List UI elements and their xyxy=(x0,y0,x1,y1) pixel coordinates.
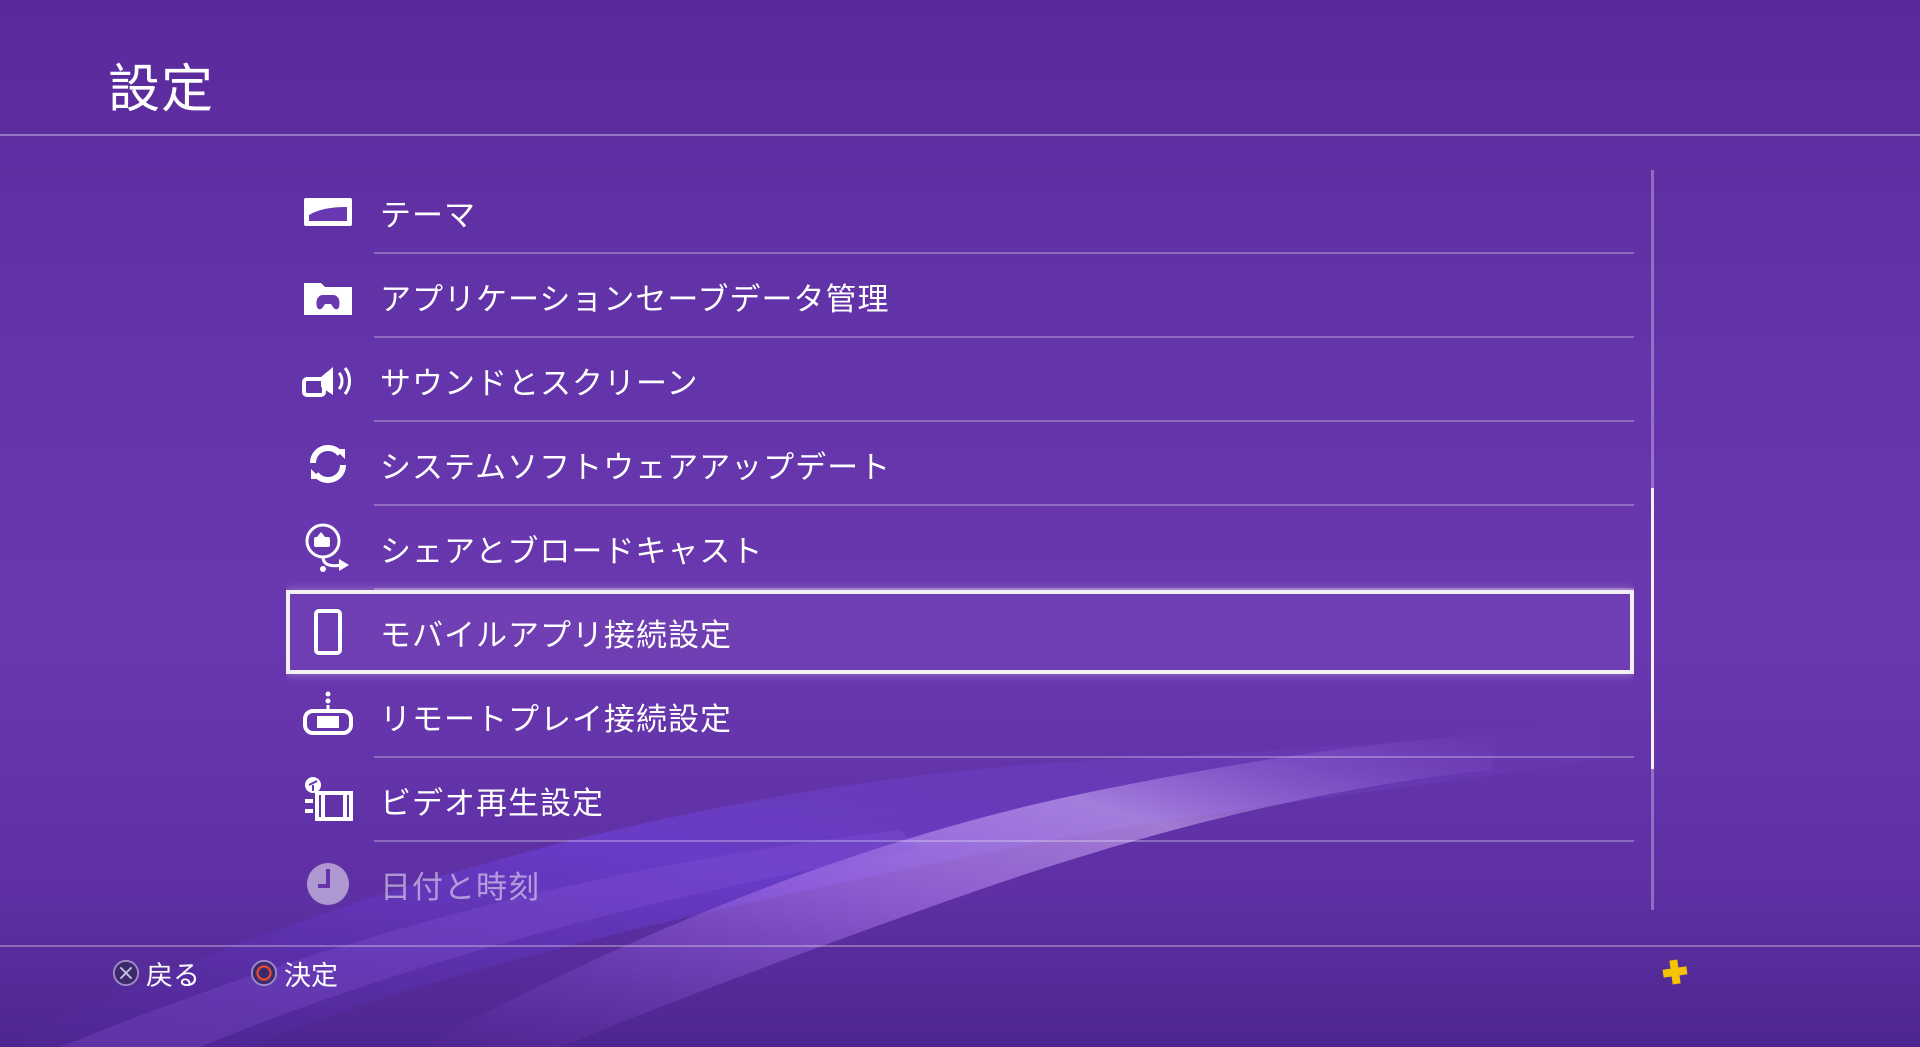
menu-item-label: 日付と時刻 xyxy=(380,869,540,906)
page-title: 設定 xyxy=(108,60,215,120)
menu-item-theme[interactable]: テーマ xyxy=(286,170,1634,254)
menu-item-system-update[interactable]: システムソフトウェアアップデート xyxy=(286,422,1634,506)
menu-item-share-broadcast[interactable]: シェアとブロードキャスト xyxy=(286,506,1634,590)
theme-icon xyxy=(300,184,356,240)
menu-item-label: システムソフトウェアアップデート xyxy=(380,449,892,486)
circle-button-icon xyxy=(250,959,278,987)
menu-item-video-playback[interactable]: ビデオ再生設定 xyxy=(286,758,1634,842)
menu-item-date-time[interactable]: 日付と時刻 xyxy=(286,842,1634,912)
scrollbar[interactable] xyxy=(1651,170,1654,910)
menu-item-label: モバイルアプリ接続設定 xyxy=(380,617,732,654)
saved-data-icon xyxy=(300,268,356,324)
menu-item-label: サウンドとスクリーン xyxy=(380,365,699,402)
back-label: 戻る xyxy=(146,960,200,992)
sound-screen-icon xyxy=(300,352,356,408)
mobile-app-icon xyxy=(300,604,356,660)
back-hint[interactable]: 戻る xyxy=(112,947,200,999)
system-update-icon xyxy=(300,436,356,492)
menu-item-label: ビデオ再生設定 xyxy=(380,785,604,822)
share-broadcast-icon xyxy=(300,520,356,576)
menu-item-sound-screen[interactable]: サウンドとスクリーン xyxy=(286,338,1634,422)
clock-icon xyxy=(300,856,356,912)
settings-screen: 設定 テーマ アプリケーションセーブデータ管理 サウンドとスクリーン システムソ… xyxy=(0,0,1920,1047)
menu-item-label: リモートプレイ接続設定 xyxy=(380,701,732,738)
menu-item-label: テーマ xyxy=(380,197,476,234)
menu-item-label: シェアとブロードキャスト xyxy=(380,533,764,570)
footer: 戻る 決定 xyxy=(0,947,1920,1047)
confirm-label: 決定 xyxy=(284,960,338,992)
settings-menu: テーマ アプリケーションセーブデータ管理 サウンドとスクリーン システムソフトウ… xyxy=(286,170,1634,912)
menu-item-label: アプリケーションセーブデータ管理 xyxy=(380,281,890,318)
header-divider xyxy=(0,134,1920,136)
remote-play-icon xyxy=(300,688,356,744)
scrollbar-thumb[interactable] xyxy=(1651,488,1654,770)
confirm-hint[interactable]: 決定 xyxy=(250,947,338,999)
video-playback-icon xyxy=(300,772,356,828)
ps-plus-icon xyxy=(1660,957,1690,987)
cross-button-icon xyxy=(112,959,140,987)
menu-item-saved-data[interactable]: アプリケーションセーブデータ管理 xyxy=(286,254,1634,338)
menu-item-remote-play[interactable]: リモートプレイ接続設定 xyxy=(286,674,1634,758)
menu-item-mobile-app[interactable]: モバイルアプリ接続設定 xyxy=(286,590,1634,674)
